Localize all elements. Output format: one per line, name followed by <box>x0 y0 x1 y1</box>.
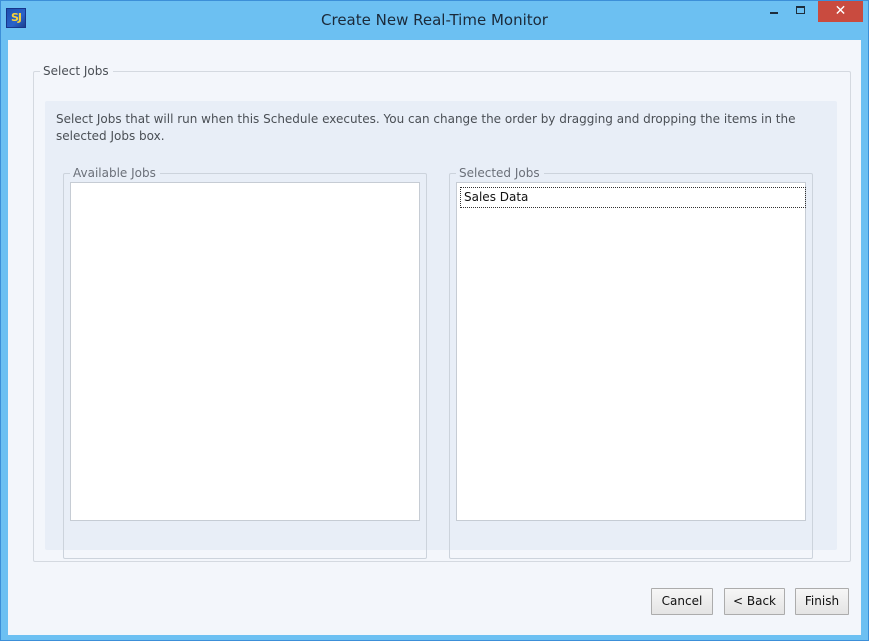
selected-jobs-label: Selected Jobs <box>456 166 544 180</box>
finish-button[interactable]: Finish <box>795 588 849 615</box>
selected-jobs-group: Selected Jobs Sales Data <box>449 166 813 559</box>
minimize-icon <box>770 12 778 14</box>
available-jobs-label: Available Jobs <box>70 166 160 180</box>
list-item[interactable]: Sales Data <box>460 187 806 208</box>
instructions-text: Select Jobs that will run when this Sche… <box>56 112 796 143</box>
back-button[interactable]: < Back <box>724 588 785 615</box>
dialog-window: SJ Create New Real-Time Monitor ✕ Select… <box>0 0 869 641</box>
close-button[interactable]: ✕ <box>818 1 863 22</box>
title-bar[interactable]: SJ Create New Real-Time Monitor ✕ <box>1 1 868 40</box>
selected-jobs-list[interactable]: Sales Data <box>456 182 806 521</box>
select-jobs-group-label: Select Jobs <box>40 64 113 78</box>
maximize-button[interactable] <box>788 1 814 22</box>
dialog-content: Select Jobs Select Jobs that will run wh… <box>8 40 861 635</box>
available-jobs-group: Available Jobs <box>63 166 427 559</box>
maximize-icon <box>796 6 805 14</box>
cancel-button[interactable]: Cancel <box>651 588 713 615</box>
select-jobs-group: Select Jobs Select Jobs that will run wh… <box>33 64 851 562</box>
window-title: Create New Real-Time Monitor <box>321 11 548 29</box>
close-icon: ✕ <box>834 3 847 19</box>
available-jobs-list[interactable] <box>70 182 420 521</box>
minimize-button[interactable] <box>761 1 787 22</box>
